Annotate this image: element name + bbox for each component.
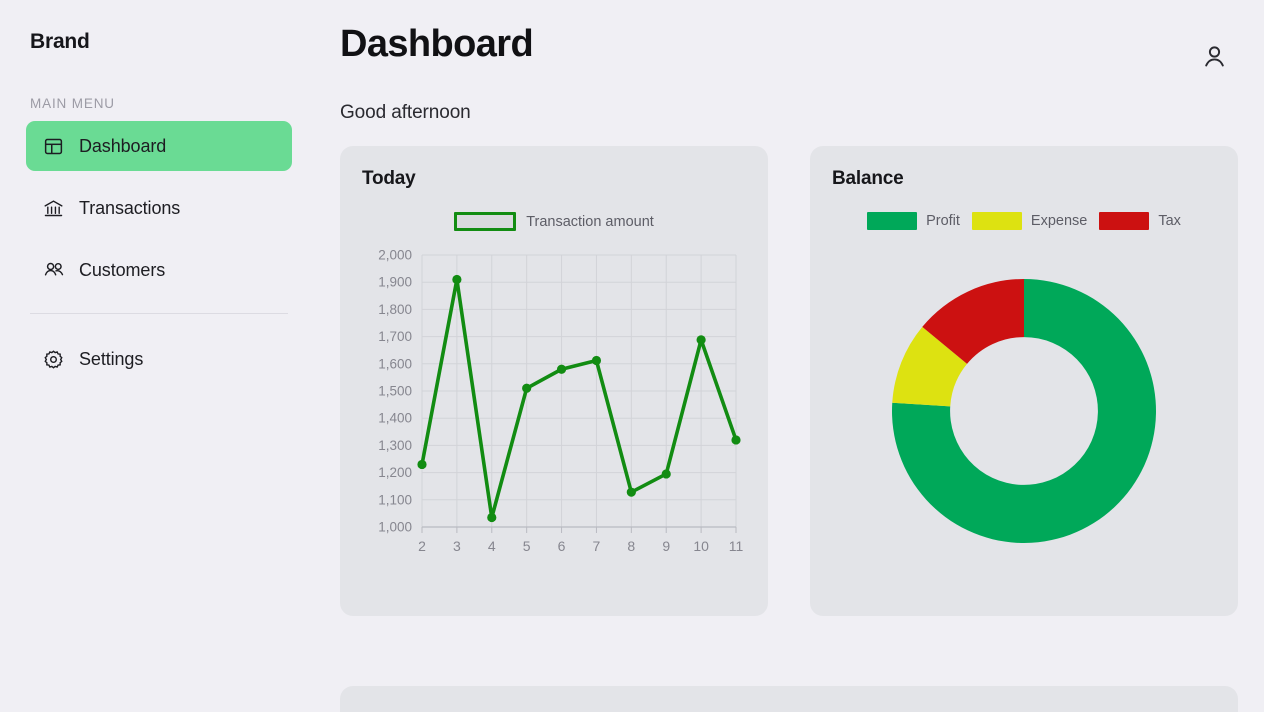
sidebar-item-label: Transactions [79, 197, 181, 218]
svg-text:4: 4 [488, 538, 496, 554]
svg-text:8: 8 [627, 538, 635, 554]
card-balance: Balance Profit Expense Tax [810, 146, 1238, 616]
svg-text:1,100: 1,100 [378, 492, 412, 507]
greeting-text: Good afternoon [340, 102, 471, 123]
legend-entry-profit: Profit [867, 212, 960, 230]
line-chart-legend: Transaction amount [360, 212, 748, 231]
line-chart: 1,000 1,100 1,200 1,300 1,400 1,500 1,600 1,700… [360, 237, 748, 577]
sidebar-item-transactions[interactable]: Transactions [26, 183, 292, 233]
sidebar-item-label: Customers [79, 259, 166, 280]
svg-text:1,500: 1,500 [378, 384, 412, 399]
main-content: Dashboard Good afternoon Today Transacti… [318, 0, 1264, 712]
svg-text:1,700: 1,700 [378, 329, 412, 344]
sidebar-section-label: MAIN MENU [30, 96, 115, 111]
svg-text:1,000: 1,000 [378, 520, 412, 535]
svg-text:2: 2 [418, 538, 426, 554]
card-bottom-partial [340, 686, 1238, 712]
layout-dashboard-icon [42, 135, 65, 158]
svg-text:6: 6 [558, 538, 566, 554]
svg-text:9: 9 [662, 538, 670, 554]
card-title-today: Today [362, 168, 416, 189]
svg-text:1,600: 1,600 [378, 356, 412, 371]
card-title-balance: Balance [832, 168, 904, 189]
svg-text:1,300: 1,300 [378, 438, 412, 453]
svg-text:3: 3 [453, 538, 461, 554]
svg-text:5: 5 [523, 538, 531, 554]
svg-text:1,800: 1,800 [378, 302, 412, 317]
legend-label-tax: Tax [1158, 213, 1181, 229]
sidebar-divider [30, 313, 288, 314]
sidebar-item-label: Settings [79, 348, 144, 369]
svg-text:11: 11 [729, 538, 744, 554]
brand-title: Brand [30, 30, 90, 53]
donut-chart [830, 246, 1218, 576]
legend-entry-expense: Expense [971, 212, 1088, 230]
sidebar-item-customers[interactable]: Customers [26, 245, 292, 295]
svg-text:1,900: 1,900 [378, 275, 412, 290]
page-title: Dashboard [340, 23, 534, 65]
legend-label-transaction-amount: Transaction amount [526, 213, 654, 230]
legend-swatch-profit [867, 212, 918, 230]
sidebar-item-dashboard[interactable]: Dashboard [26, 121, 292, 171]
gear-icon [42, 348, 65, 371]
user-icon [1201, 43, 1228, 73]
bank-icon [42, 197, 65, 220]
svg-text:1,200: 1,200 [378, 465, 412, 480]
card-today: Today Transaction amount 1,000 1,100 1,200… [340, 146, 768, 616]
donut-chart-legend: Profit Expense Tax [830, 212, 1218, 230]
users-icon [42, 259, 65, 282]
top-bar: Dashboard [340, 22, 1238, 78]
svg-text:7: 7 [593, 538, 601, 554]
legend-label-profit: Profit [926, 213, 960, 229]
user-account-button[interactable] [1194, 38, 1234, 78]
sidebar-item-settings[interactable]: Settings [26, 334, 292, 384]
sidebar: Brand MAIN MENU Dashboard Transactions C… [0, 0, 318, 712]
svg-text:1,400: 1,400 [378, 411, 412, 426]
legend-swatch-tax [1099, 212, 1150, 230]
sidebar-item-label: Dashboard [79, 135, 167, 156]
legend-entry-tax: Tax [1099, 212, 1181, 230]
legend-swatch-transaction-amount [454, 212, 517, 231]
svg-text:10: 10 [693, 538, 709, 554]
card-row: Today Transaction amount 1,000 1,100 1,200… [340, 146, 1238, 616]
legend-swatch-expense [971, 212, 1022, 230]
svg-text:2,000: 2,000 [378, 248, 412, 263]
legend-label-expense: Expense [1030, 213, 1088, 229]
